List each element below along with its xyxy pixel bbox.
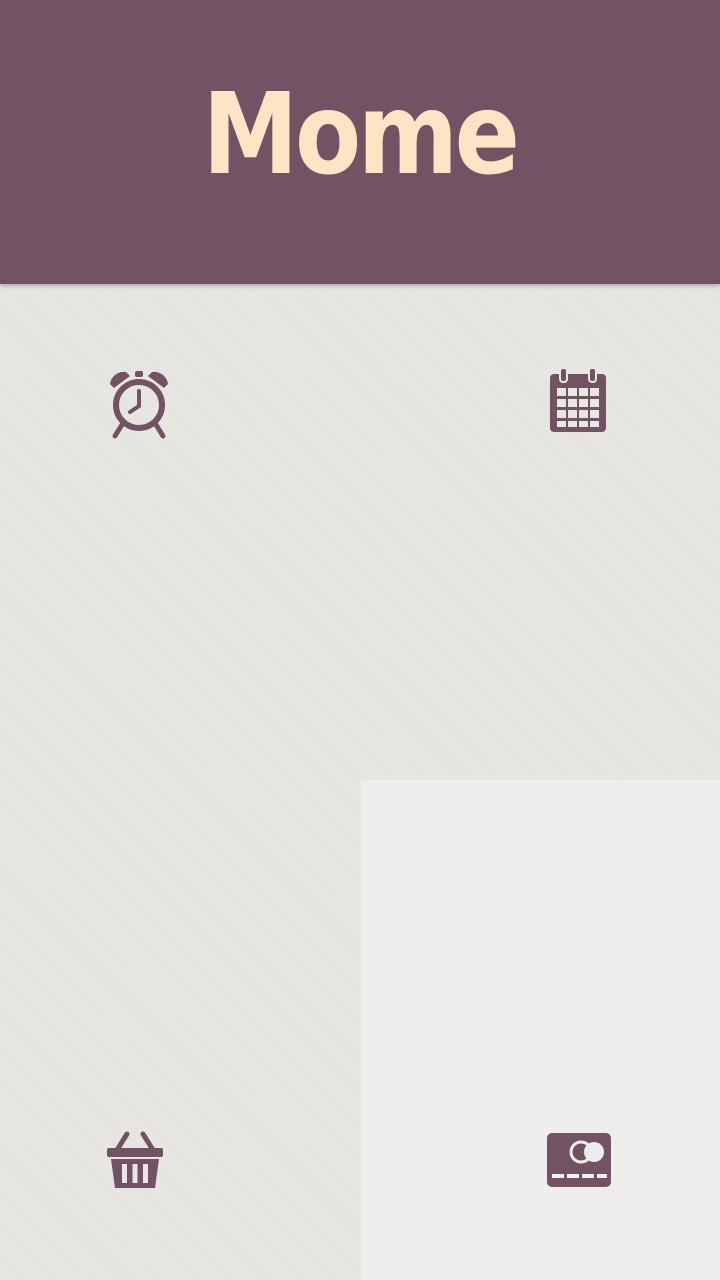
credit-card-icon — [546, 1132, 612, 1188]
app-screen: Mome — [0, 0, 720, 1280]
shopping-basket-icon — [105, 1130, 165, 1190]
tile-credit-card[interactable] — [361, 780, 720, 1280]
calendar-icon — [548, 366, 608, 434]
tile-alarm[interactable] — [0, 284, 360, 780]
tile-basket[interactable] — [0, 780, 361, 1280]
alarm-clock-icon — [106, 368, 172, 440]
app-title: Mome — [203, 70, 520, 200]
tile-calendar[interactable] — [360, 284, 720, 780]
app-header: Mome — [0, 0, 720, 284]
